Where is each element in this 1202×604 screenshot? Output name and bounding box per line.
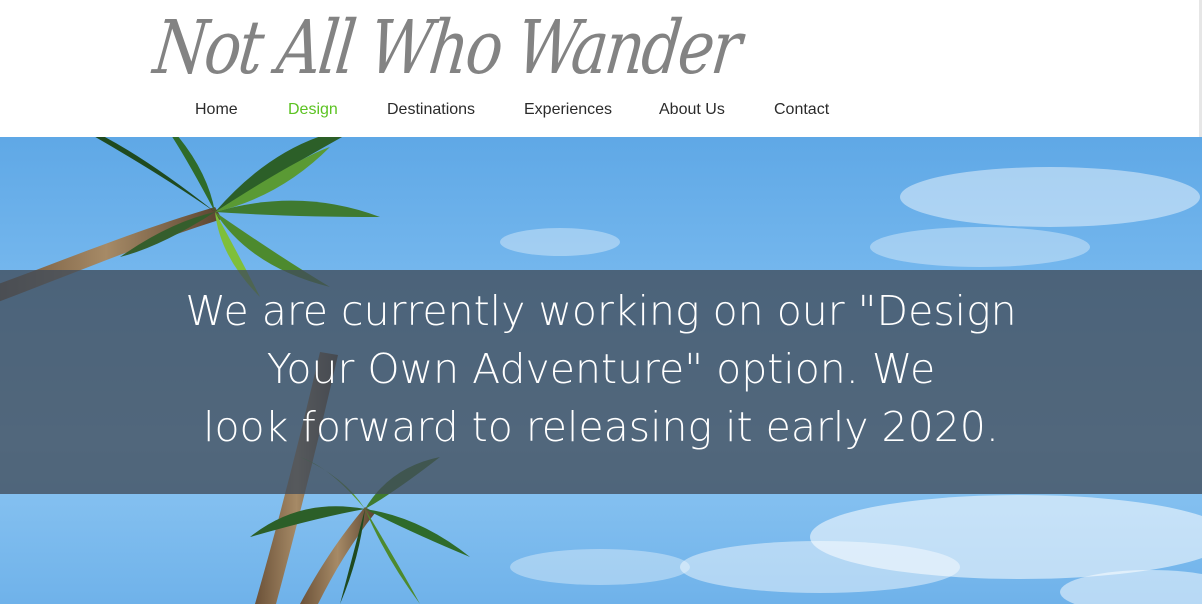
main-nav: Home Design Destinations Experiences Abo… <box>0 99 1202 121</box>
hero-section: We are currently working on our "Design … <box>0 137 1202 604</box>
nav-item-design[interactable]: Design <box>288 99 338 121</box>
site-logo[interactable]: Not All Who Wander <box>148 0 744 100</box>
announcement-line: look forward to releasing it early 2020. <box>203 403 999 451</box>
nav-item-destinations[interactable]: Destinations <box>387 99 475 121</box>
announcement-line: Your Own Adventure" option. We <box>266 345 936 393</box>
site-header: Not All Who Wander Home Design Destinati… <box>0 0 1202 137</box>
announcement-text: We are currently working on our "Design … <box>0 282 1202 456</box>
nav-item-contact[interactable]: Contact <box>774 99 829 121</box>
nav-item-experiences[interactable]: Experiences <box>524 99 612 121</box>
palm-trunk-lower <box>300 507 375 604</box>
nav-item-home[interactable]: Home <box>195 99 238 121</box>
nav-item-about-us[interactable]: About Us <box>659 99 725 121</box>
announcement-banner: We are currently working on our "Design … <box>0 270 1202 494</box>
announcement-line: We are currently working on our "Design <box>185 287 1017 335</box>
